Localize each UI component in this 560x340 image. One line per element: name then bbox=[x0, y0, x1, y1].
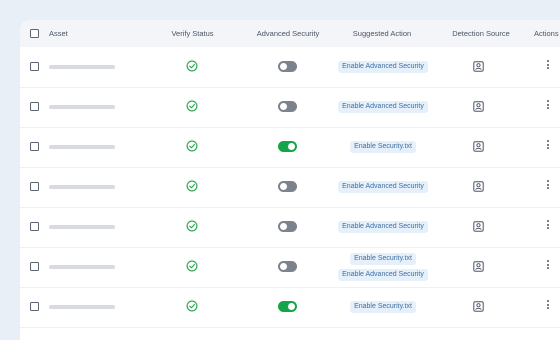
user-badge-icon[interactable] bbox=[473, 101, 484, 112]
advanced-security-toggle[interactable] bbox=[278, 61, 297, 72]
row-checkbox[interactable] bbox=[30, 142, 39, 151]
suggested-action-pill[interactable]: Enable Advanced Security bbox=[338, 181, 428, 193]
user-badge-icon[interactable] bbox=[473, 61, 484, 72]
header-verify-status[interactable]: Verify Status bbox=[170, 29, 215, 38]
table-header: Asset Verify Status Advanced Security Su… bbox=[20, 20, 560, 47]
asset-name-placeholder bbox=[49, 225, 115, 229]
more-vertical-icon[interactable] bbox=[545, 219, 551, 231]
more-vertical-icon[interactable] bbox=[545, 139, 551, 151]
row-checkbox[interactable] bbox=[30, 102, 39, 111]
select-all-checkbox[interactable] bbox=[30, 29, 39, 38]
table-row[interactable]: Enable Advanced Security bbox=[20, 167, 560, 208]
asset-name-placeholder bbox=[49, 305, 115, 309]
check-circle-icon bbox=[186, 300, 198, 312]
suggested-action-pill[interactable]: Enable Security.txt bbox=[350, 301, 416, 313]
more-vertical-icon[interactable] bbox=[545, 59, 551, 71]
table-row[interactable]: Enable Advanced Security bbox=[20, 207, 560, 248]
check-circle-icon bbox=[186, 140, 198, 152]
user-badge-icon[interactable] bbox=[473, 141, 484, 152]
suggested-action-pill[interactable]: Enable Advanced Security bbox=[338, 221, 428, 233]
user-badge-icon[interactable] bbox=[473, 221, 484, 232]
suggested-action-pill[interactable]: Enable Advanced Security bbox=[338, 269, 428, 281]
asset-name-placeholder bbox=[49, 105, 115, 109]
row-checkbox[interactable] bbox=[30, 222, 39, 231]
table-row[interactable]: Enable Advanced Security bbox=[20, 87, 560, 128]
advanced-security-toggle[interactable] bbox=[278, 101, 297, 112]
row-checkbox[interactable] bbox=[30, 262, 39, 271]
suggested-action-pill[interactable]: Enable Advanced Security bbox=[338, 101, 428, 113]
suggested-action-pill[interactable]: Enable Advanced Security bbox=[338, 61, 428, 73]
more-vertical-icon[interactable] bbox=[545, 299, 551, 311]
advanced-security-toggle[interactable] bbox=[278, 181, 297, 192]
check-circle-icon bbox=[186, 180, 198, 192]
table-row[interactable]: Enable Advanced Security bbox=[20, 47, 560, 88]
asset-name-placeholder bbox=[49, 65, 115, 69]
check-circle-icon bbox=[186, 220, 198, 232]
asset-name-placeholder bbox=[49, 145, 115, 149]
check-circle-icon bbox=[186, 100, 198, 112]
advanced-security-toggle[interactable] bbox=[278, 301, 297, 312]
advanced-security-toggle[interactable] bbox=[278, 261, 297, 272]
table-row[interactable]: Enable Security.txt bbox=[20, 287, 560, 328]
asset-table-card: Asset Verify Status Advanced Security Su… bbox=[20, 20, 560, 340]
table-row[interactable]: Enable Security.txt bbox=[20, 127, 560, 168]
check-circle-icon bbox=[186, 60, 198, 72]
advanced-security-toggle[interactable] bbox=[278, 221, 297, 232]
header-detection-source[interactable]: Detection Source bbox=[449, 29, 513, 38]
user-badge-icon[interactable] bbox=[473, 301, 484, 312]
advanced-security-toggle[interactable] bbox=[278, 141, 297, 152]
user-badge-icon[interactable] bbox=[473, 261, 484, 272]
row-checkbox[interactable] bbox=[30, 182, 39, 191]
user-badge-icon[interactable] bbox=[473, 181, 484, 192]
asset-name-placeholder bbox=[49, 185, 115, 189]
header-asset[interactable]: Asset bbox=[49, 29, 68, 38]
row-checkbox[interactable] bbox=[30, 62, 39, 71]
more-vertical-icon[interactable] bbox=[545, 179, 551, 191]
header-actions: Actions bbox=[534, 29, 559, 38]
table-row[interactable]: Enable Security.txt Enable Advanced Secur… bbox=[20, 247, 560, 288]
more-vertical-icon[interactable] bbox=[545, 99, 551, 111]
row-checkbox[interactable] bbox=[30, 302, 39, 311]
header-suggested-action[interactable]: Suggested Action bbox=[350, 29, 414, 38]
header-advanced-security[interactable]: Advanced Security bbox=[256, 29, 320, 38]
more-vertical-icon[interactable] bbox=[545, 259, 551, 271]
check-circle-icon bbox=[186, 260, 198, 272]
asset-name-placeholder bbox=[49, 265, 115, 269]
suggested-action-pill[interactable]: Enable Security.txt bbox=[350, 141, 416, 153]
suggested-action-pill[interactable]: Enable Security.txt bbox=[350, 253, 416, 265]
